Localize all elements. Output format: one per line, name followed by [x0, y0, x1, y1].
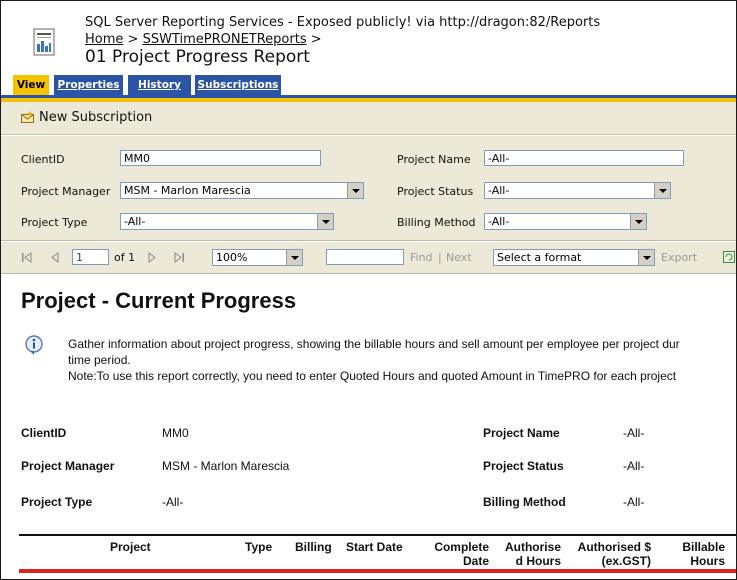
summary-project-manager-value: MSM - Marlon Marescia: [162, 459, 290, 473]
project-type-value: -All-: [124, 215, 146, 228]
column-header-line: Authorised $: [577, 540, 651, 554]
breadcrumb-separator: >: [306, 32, 322, 47]
description-line-2: time period.: [68, 353, 131, 367]
column-header-project: Project: [110, 540, 151, 554]
previous-page-icon[interactable]: [51, 252, 59, 263]
project-type-label: Project Type: [21, 216, 88, 229]
summary-project-manager-label: Project Manager: [21, 459, 115, 473]
column-header-complete-date: Complete Date: [419, 540, 489, 568]
column-header-type: Type: [245, 540, 273, 554]
page-title: 01 Project Progress Report: [85, 47, 310, 67]
column-header-authorised-amount: Authorised $ (ex.GST): [565, 540, 651, 568]
project-status-select[interactable]: -All-: [484, 182, 671, 199]
column-header-line: Authorise: [504, 540, 561, 554]
find-button[interactable]: Find: [410, 251, 433, 264]
summary-project-status-label: Project Status: [483, 459, 564, 473]
column-header-line: Date: [462, 554, 489, 568]
report-icon: [33, 28, 55, 56]
new-subscription-icon: [21, 111, 34, 123]
summary-client-id-value: MM0: [162, 426, 189, 440]
export-button[interactable]: Export: [661, 251, 697, 264]
tab-properties[interactable]: Properties: [54, 75, 123, 95]
column-header-line: d Hours: [515, 554, 561, 568]
summary-project-status-value: -All-: [623, 459, 645, 473]
column-header-line: Billable: [682, 540, 725, 554]
project-name-label: Project Name: [397, 153, 471, 166]
project-manager-select[interactable]: MSM - Marlon Marescia: [120, 182, 364, 199]
chevron-down-icon[interactable]: [630, 214, 646, 229]
column-header-authorised-hours: Authorise d Hours: [493, 540, 561, 568]
breadcrumb-separator: >: [123, 32, 143, 47]
column-header-line: Hours: [690, 554, 725, 568]
breadcrumb: Home > SSWTimePRONETReports >: [85, 32, 322, 47]
description-line-1: Gather information about project progres…: [68, 337, 680, 351]
table-header-underline: [19, 569, 736, 573]
project-status-label: Project Status: [397, 185, 474, 198]
column-header-line: Complete: [434, 540, 489, 554]
find-separator: |: [438, 251, 442, 264]
chevron-down-icon[interactable]: [347, 183, 363, 198]
tab-subscriptions[interactable]: Subscriptions: [195, 75, 281, 95]
summary-project-type-label: Project Type: [21, 495, 93, 509]
billing-method-label: Billing Method: [397, 216, 476, 229]
summary-billing-method-value: -All-: [623, 495, 645, 509]
export-format-value: Select a format: [497, 251, 582, 264]
browser-frame: SQL Server Reporting Services - Exposed …: [0, 0, 737, 580]
find-input[interactable]: [326, 249, 404, 265]
chevron-down-icon[interactable]: [638, 250, 654, 265]
project-manager-label: Project Manager: [21, 185, 111, 198]
column-header-billable-hours: Billable Hours: [661, 540, 725, 568]
summary-project-name-value: -All-: [623, 426, 645, 440]
project-status-value: -All-: [488, 184, 510, 197]
tab-history[interactable]: History: [128, 75, 191, 95]
zoom-value: 100%: [216, 251, 248, 264]
find-next-button[interactable]: Next: [446, 251, 472, 264]
column-header-line: (ex.GST): [601, 554, 651, 568]
chevron-down-icon[interactable]: [286, 250, 302, 265]
project-name-input[interactable]: -All-: [484, 150, 684, 166]
page-count: of 1: [114, 251, 136, 264]
last-page-icon[interactable]: [173, 252, 185, 263]
client-id-input[interactable]: MM0: [120, 150, 321, 166]
page-number-input[interactable]: 1: [72, 249, 109, 265]
project-type-select[interactable]: -All-: [120, 213, 334, 230]
breadcrumb-home-link[interactable]: Home: [85, 32, 123, 47]
billing-method-select[interactable]: -All-: [484, 213, 647, 230]
refresh-icon[interactable]: [723, 251, 735, 263]
tab-view[interactable]: View: [13, 75, 49, 95]
export-format-select[interactable]: Select a format: [493, 249, 655, 266]
next-page-icon[interactable]: [148, 252, 156, 263]
zoom-select[interactable]: 100%: [212, 249, 303, 266]
summary-client-id-label: ClientID: [21, 426, 67, 440]
info-icon: [25, 335, 43, 355]
new-subscription-button[interactable]: New Subscription: [39, 110, 152, 125]
breadcrumb-folder-link[interactable]: SSWTimePRONETReports: [143, 32, 307, 47]
description-line-3: Note:To use this report correctly, you n…: [68, 369, 677, 383]
chevron-down-icon[interactable]: [317, 214, 333, 229]
summary-project-name-label: Project Name: [483, 426, 560, 440]
client-id-label: ClientID: [21, 153, 65, 166]
summary-project-type-value: -All-: [162, 495, 184, 509]
column-header-billing: Billing: [295, 540, 332, 554]
summary-billing-method-label: Billing Method: [483, 495, 566, 509]
billing-method-value: -All-: [488, 215, 510, 228]
column-header-start-date: Start Date: [346, 540, 403, 554]
report-title: Project - Current Progress: [21, 288, 297, 313]
site-title: SQL Server Reporting Services - Exposed …: [85, 15, 601, 30]
first-page-icon[interactable]: [21, 252, 33, 263]
project-manager-value: MSM - Marlon Marescia: [124, 184, 251, 197]
chevron-down-icon[interactable]: [654, 183, 670, 198]
table-top-rule: [19, 534, 736, 536]
